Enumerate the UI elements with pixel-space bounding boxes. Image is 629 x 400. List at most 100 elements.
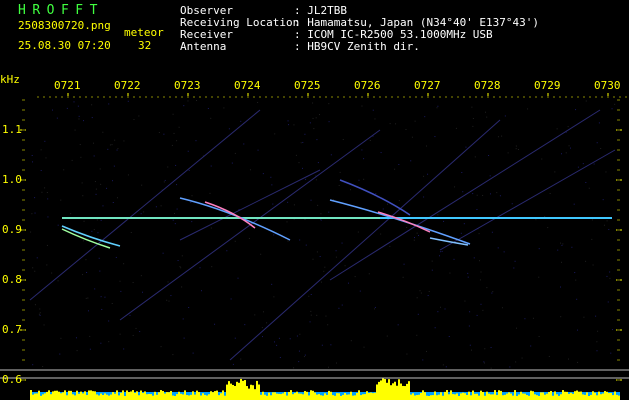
- level-bar: [546, 393, 548, 400]
- noise-speck: [576, 298, 578, 300]
- noise-speck: [116, 197, 118, 199]
- noise-speck: [484, 362, 486, 364]
- level-bar: [182, 394, 184, 400]
- noise-speck: [176, 208, 178, 210]
- level-bar: [64, 390, 66, 400]
- noise-speck: [386, 203, 388, 205]
- noise-speck: [309, 321, 311, 323]
- level-bar: [210, 391, 212, 400]
- level-bar: [462, 392, 464, 400]
- level-bar: [176, 394, 178, 400]
- level-bar: [494, 390, 496, 400]
- noise-speck: [176, 140, 178, 142]
- level-bar: [312, 390, 314, 400]
- noise-speck: [342, 138, 344, 140]
- noise-speck: [44, 140, 46, 142]
- level-bar: [472, 390, 474, 400]
- level-bar: [260, 394, 262, 400]
- noise-speck: [327, 366, 329, 368]
- noise-speck: [57, 224, 59, 226]
- level-bar: [402, 385, 404, 400]
- noise-speck: [210, 117, 212, 119]
- level-bar: [172, 395, 174, 400]
- noise-speck: [338, 307, 340, 309]
- noise-speck: [449, 272, 451, 274]
- noise-speck: [309, 122, 311, 124]
- noise-speck: [591, 219, 593, 221]
- level-bar: [446, 390, 448, 400]
- noise-speck: [143, 211, 145, 213]
- noise-speck: [289, 338, 291, 340]
- noise-speck: [117, 148, 119, 150]
- noise-speck: [237, 277, 239, 279]
- noise-speck: [440, 251, 442, 253]
- noise-speck: [302, 141, 304, 143]
- noise-speck: [328, 121, 330, 123]
- noise-speck: [127, 174, 129, 176]
- hrofft-logo: HROFFT: [18, 3, 104, 18]
- level-bar: [574, 391, 576, 400]
- noise-speck: [610, 352, 612, 354]
- level-bar: [562, 390, 564, 400]
- level-bar: [550, 390, 552, 400]
- noise-speck: [445, 366, 447, 368]
- noise-speck: [318, 114, 320, 116]
- noise-speck: [439, 255, 441, 257]
- noise-speck: [38, 313, 40, 315]
- level-bar: [114, 393, 116, 400]
- noise-speck: [369, 140, 371, 142]
- level-bar: [232, 384, 234, 400]
- level-bar: [238, 382, 240, 400]
- noise-speck: [479, 279, 481, 281]
- level-bar: [264, 394, 266, 400]
- noise-speck: [444, 308, 446, 310]
- noise-speck: [100, 296, 102, 298]
- noise-speck: [288, 124, 290, 126]
- noise-speck: [304, 354, 306, 356]
- noise-speck: [34, 197, 36, 199]
- level-bar: [94, 391, 96, 400]
- noise-speck: [488, 155, 490, 157]
- noise-speck: [436, 107, 438, 109]
- noise-speck: [560, 261, 562, 263]
- noise-speck: [279, 357, 281, 359]
- noise-speck: [120, 290, 122, 292]
- level-bar: [134, 392, 136, 400]
- noise-speck: [515, 361, 517, 363]
- y-tick-label: 0.7: [2, 323, 22, 336]
- noise-speck: [287, 240, 289, 242]
- noise-speck: [108, 320, 110, 322]
- level-bar: [144, 391, 146, 400]
- level-bar: [508, 392, 510, 400]
- noise-speck: [57, 280, 59, 282]
- level-bar: [138, 395, 140, 400]
- noise-speck: [544, 216, 546, 218]
- level-bar: [254, 389, 256, 400]
- noise-speck: [515, 327, 517, 329]
- noise-speck: [395, 123, 397, 125]
- level-bar: [340, 395, 342, 400]
- noise-speck: [79, 144, 81, 146]
- level-bar: [540, 392, 542, 400]
- level-bar: [194, 394, 196, 400]
- level-bar: [570, 392, 572, 400]
- noise-speck: [102, 131, 104, 133]
- level-bar: [436, 395, 438, 400]
- noise-speck: [191, 221, 193, 223]
- noise-speck: [140, 213, 142, 215]
- noise-speck: [226, 250, 228, 252]
- noise-speck: [129, 314, 131, 316]
- noise-speck: [484, 111, 486, 113]
- noise-speck: [560, 316, 562, 318]
- level-bar: [590, 394, 592, 400]
- noise-speck: [538, 276, 540, 278]
- noise-speck: [347, 282, 349, 284]
- noise-speck: [357, 231, 359, 233]
- noise-speck: [108, 341, 110, 343]
- level-bar: [468, 391, 470, 400]
- noise-speck: [123, 140, 125, 142]
- noise-speck: [207, 107, 209, 109]
- noise-speck: [530, 345, 532, 347]
- level-bar: [418, 394, 420, 400]
- level-bar: [588, 395, 590, 400]
